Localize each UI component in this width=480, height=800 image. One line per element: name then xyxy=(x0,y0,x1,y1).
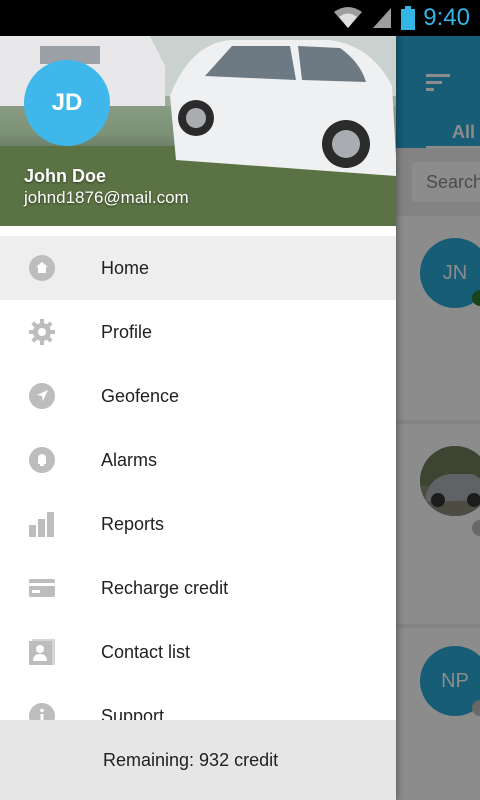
drawer-header: JD John Doe johnd1876@mail.com xyxy=(0,36,396,226)
menu-label: Alarms xyxy=(101,449,158,470)
contacts-icon xyxy=(28,638,56,666)
home-icon xyxy=(28,254,56,282)
signal-icon xyxy=(373,8,392,28)
info-icon xyxy=(28,702,56,720)
menu-label: Recharge credit xyxy=(101,577,229,598)
drawer-menu: Home Profile Geofence Alarms Reports Rec… xyxy=(0,236,396,720)
menu-item-alarms[interactable]: Alarms xyxy=(0,428,396,492)
menu-item-reports[interactable]: Reports xyxy=(0,492,396,556)
navigation-drawer: JD John Doe johnd1876@mail.com Home Prof… xyxy=(0,36,396,800)
credit-card-icon xyxy=(28,574,56,602)
menu-label: Contact list xyxy=(101,641,191,662)
user-email: johnd1876@mail.com xyxy=(24,188,189,207)
bell-icon xyxy=(28,446,56,474)
menu-item-profile[interactable]: Profile xyxy=(0,300,396,364)
battery-icon xyxy=(401,6,416,30)
navigation-icon xyxy=(28,382,56,410)
drawer-scrim[interactable] xyxy=(396,36,480,800)
menu-item-home[interactable]: Home xyxy=(0,236,396,300)
menu-item-support[interactable]: Support xyxy=(0,684,396,720)
menu-label: Support xyxy=(101,705,165,721)
menu-item-geofence[interactable]: Geofence xyxy=(0,364,396,428)
menu-label: Reports xyxy=(101,513,165,534)
gear-icon xyxy=(28,318,56,346)
menu-item-recharge-credit[interactable]: Recharge credit xyxy=(0,556,396,620)
user-name: John Doe xyxy=(24,166,107,186)
menu-label: Home xyxy=(101,257,150,278)
status-time: 9:40 xyxy=(423,4,470,31)
wifi-icon xyxy=(334,7,363,28)
credit-footer: Remaining: 932 credit xyxy=(0,720,396,800)
menu-label: Profile xyxy=(101,321,153,342)
status-bar: 9:40 xyxy=(0,0,480,36)
menu-item-contact-list[interactable]: Contact list xyxy=(0,620,396,684)
remaining-credit: Remaining: 932 credit xyxy=(103,750,279,770)
user-avatar[interactable]: JD xyxy=(24,60,110,146)
bar-chart-icon xyxy=(28,510,56,538)
menu-label: Geofence xyxy=(101,385,180,406)
